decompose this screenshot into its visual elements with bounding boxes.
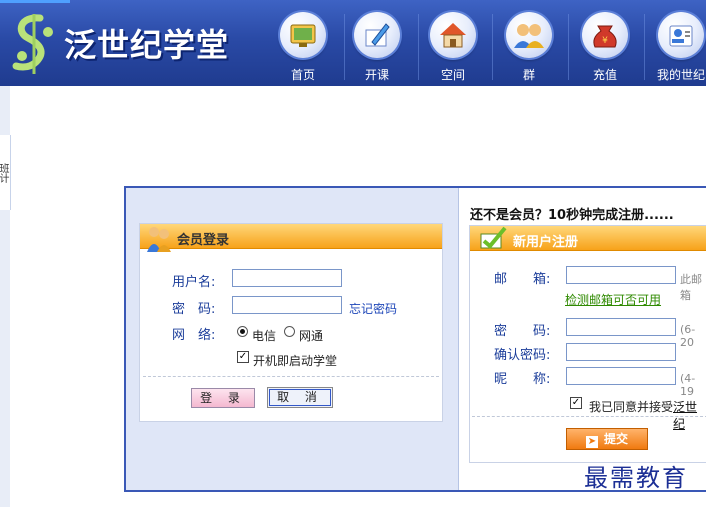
nav-space-label: 空间 [440,68,465,82]
header-accent-line [0,0,70,3]
check-email-link[interactable]: 检测邮箱可否可用 [565,291,661,308]
confirm-password-label: 确认密码: [494,348,551,363]
reg-password-input[interactable] [566,318,676,336]
password-input[interactable] [232,296,342,314]
autostart-label: 开机即启动学堂 [253,354,338,368]
nickname-input[interactable] [566,367,676,385]
nav-group[interactable]: 群 [494,10,564,84]
email-hint: 此邮箱 [680,273,702,302]
nav-recharge[interactable]: ¥ 充值 [570,10,640,84]
autostart-checkbox[interactable]: ✓ [237,351,249,363]
email-label: 邮 箱: [494,272,551,287]
nav-space[interactable]: 空间 [418,10,488,84]
username-label: 用户名: [172,275,216,290]
nav-separator [492,14,493,80]
money-bag-icon: ¥ [582,12,628,58]
email-input[interactable] [566,266,676,284]
agree-terms-link[interactable]: 泛世纪 [673,398,706,432]
login-title: 会员登录 [177,233,230,248]
network-radio-netcom[interactable] [284,326,295,337]
user-card-icon [658,12,704,58]
reg-password-label: 密 码: [494,324,551,339]
nav-open-course[interactable]: 开课 [342,10,412,84]
site-logo-text[interactable]: 泛世纪学堂 [64,20,229,66]
svg-text:¥: ¥ [602,36,608,46]
login-button[interactable]: 登 录 [191,388,255,408]
nickname-label: 昵 称: [494,372,551,387]
watermark-text: 最需教育 [584,464,688,492]
sidebar-tab[interactable]: 班计 [0,135,11,210]
network-radio-telecom[interactable] [237,326,248,337]
nav-my-century-label: 我的世纪 [656,68,705,82]
nav-my-century[interactable]: 我的世纪 [646,10,706,84]
top-header: 泛世纪学堂 首页 开课 空间 群 ¥ 充值 我的世纪 [0,0,706,86]
cancel-button[interactable]: 取 消 [267,387,333,408]
nav-separator [568,14,569,80]
members-icon [147,227,171,252]
register-headline: 还不是会员？10秒钟完成注册...... [470,208,674,223]
username-input[interactable] [232,269,342,287]
new-user-icon [480,226,507,249]
password-hint: (6-20 [680,323,696,349]
login-divider [143,376,439,377]
nav-group-label: 群 [522,68,535,82]
network-option-telecom-label: 电信 [252,329,277,343]
nav-separator [644,14,645,80]
forgot-password-link[interactable]: 忘记密码 [349,300,397,317]
nickname-hint: (4-19 [680,372,696,398]
nav-open-course-label: 开课 [364,68,389,82]
submit-label: 提交 [603,432,628,446]
password-label: 密 码: [172,302,216,317]
nav-home[interactable]: 首页 [268,10,338,84]
agree-checkbox[interactable]: ✓ [570,397,582,409]
confirm-password-input[interactable] [566,343,676,361]
network-label: 网 络: [172,328,216,343]
house-icon [430,12,476,58]
nav-home-label: 首页 [290,68,315,82]
register-title: 新用户注册 [513,235,579,250]
network-option-netcom-label: 网通 [299,329,324,343]
group-people-icon [506,12,552,58]
register-divider [472,416,706,417]
submit-arrow-icon: ➤ [585,436,598,448]
nav-recharge-label: 充值 [592,68,617,82]
submit-button[interactable]: ➤ 提交 [566,428,648,450]
pencil-paper-icon [354,12,400,58]
agree-label: 我已同意并接受 [589,400,674,414]
logo-icon [12,14,53,74]
home-screen-icon [280,12,326,58]
